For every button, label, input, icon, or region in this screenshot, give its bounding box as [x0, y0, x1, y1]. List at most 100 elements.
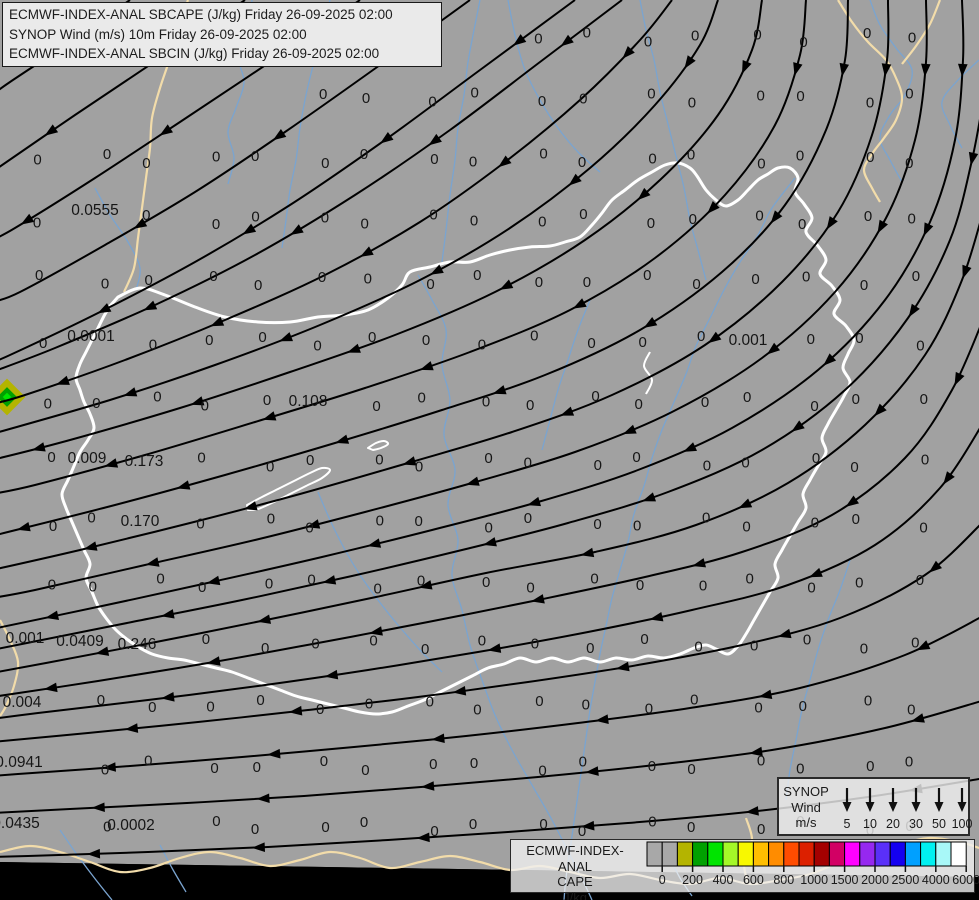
station-zero-value: 0: [429, 207, 437, 224]
station-zero-value: 0: [908, 30, 916, 47]
station-zero-value: 0: [647, 215, 655, 232]
station-zero-value: 0: [743, 389, 751, 406]
station-zero-value: 0: [256, 692, 264, 709]
title-line-sbcape: ECMWF-INDEX-ANAL SBCAPE (J/kg) Friday 26…: [9, 5, 435, 25]
station-zero-value: 0: [430, 823, 438, 840]
station-zero-value: 0: [539, 145, 547, 162]
station-zero-value: 0: [35, 267, 43, 284]
station-zero-value: 0: [369, 633, 377, 650]
station-zero-value: 0: [484, 450, 492, 467]
station-zero-value: 0: [206, 699, 214, 716]
station-zero-value: 0: [49, 518, 57, 535]
station-zero-value: 0: [757, 752, 765, 769]
station-zero-value: 0: [39, 335, 47, 352]
station-zero-value: 0: [757, 88, 765, 105]
wind-legend-box: SYNOP Wind m/s 510203050100: [777, 777, 970, 836]
wind-speed-tick: 50: [932, 817, 946, 831]
cape-tick-label: 200: [682, 873, 703, 887]
station-zero-value: 0: [263, 392, 271, 409]
station-zero-value: 0: [321, 819, 329, 836]
station-zero-value: 0: [640, 631, 648, 648]
wind-legend-labels: SYNOP Wind m/s: [783, 784, 829, 831]
station-zero-value: 0: [688, 95, 696, 112]
cape-color-cell: [936, 842, 951, 866]
station-zero-value: 0: [697, 328, 705, 345]
cape-legend-unit: J/kg: [513, 890, 637, 900]
station-zero-value: 0: [361, 762, 369, 779]
station-zero-value: 0: [741, 454, 749, 471]
cape-tick-label: 600: [743, 873, 764, 887]
station-zero-value: 0: [145, 272, 153, 289]
station-zero-value: 0: [526, 580, 534, 597]
station-index-value: 0.108: [289, 393, 328, 410]
station-zero-value: 0: [753, 27, 761, 44]
station-zero-value: 0: [471, 85, 479, 102]
station-zero-value: 0: [197, 449, 205, 466]
station-zero-value: 0: [586, 640, 594, 657]
station-zero-value: 0: [908, 210, 916, 227]
station-zero-value: 0: [690, 692, 698, 709]
station-index-value: 0.0555: [71, 202, 118, 219]
station-zero-value: 0: [632, 449, 640, 466]
station-zero-value: 0: [212, 216, 220, 233]
wind-arrow-scale: 510203050100: [831, 781, 972, 833]
station-zero-value: 0: [97, 692, 105, 709]
station-zero-value: 0: [579, 206, 587, 223]
wind-arrow-icon: [912, 802, 921, 812]
title-box: ECMWF-INDEX-ANAL SBCAPE (J/kg) Friday 26…: [2, 2, 442, 67]
station-zero-value: 0: [687, 147, 695, 164]
station-zero-value: 0: [92, 395, 100, 412]
station-zero-value: 0: [703, 457, 711, 474]
cape-legend-source: ECMWF-INDEX-ANAL: [513, 843, 637, 874]
station-zero-value: 0: [48, 576, 56, 593]
cape-color-cell: [814, 842, 829, 866]
station-zero-value: 0: [531, 635, 539, 652]
station-zero-value: 0: [261, 640, 269, 657]
station-zero-value: 0: [360, 814, 368, 831]
station-zero-value: 0: [33, 152, 41, 169]
cape-tick-label: 800: [773, 873, 794, 887]
station-zero-value: 0: [582, 697, 590, 714]
station-zero-value: 0: [318, 269, 326, 286]
station-zero-value: 0: [478, 337, 486, 354]
station-zero-value: 0: [320, 753, 328, 770]
station-zero-value: 0: [374, 580, 382, 597]
station-zero-value: 0: [426, 276, 434, 293]
station-zero-value: 0: [156, 570, 164, 587]
station-zero-value: 0: [757, 155, 765, 172]
station-zero-value: 0: [202, 631, 210, 648]
station-zero-value: 0: [702, 510, 710, 527]
cape-color-cell: [738, 842, 753, 866]
station-zero-value: 0: [417, 573, 425, 590]
station-zero-value: 0: [473, 702, 481, 719]
station-zero-value: 0: [142, 207, 150, 224]
station-zero-value: 0: [802, 269, 810, 286]
wind-arrow-icon: [935, 802, 944, 812]
station-zero-value: 0: [535, 274, 543, 291]
cape-color-scale: 0200400600800100015002000250040006000: [639, 840, 977, 890]
station-zero-value: 0: [473, 267, 481, 284]
station-zero-value: 0: [524, 510, 532, 527]
station-index-value: 0.004: [3, 694, 42, 711]
cape-legend-param: CAPE: [513, 874, 637, 890]
cape-tick-label: 4000: [922, 873, 950, 887]
station-zero-value: 0: [866, 758, 874, 775]
station-zero-value: 0: [866, 94, 874, 111]
cape-color-cell: [905, 842, 920, 866]
station-index-value: 0.009: [68, 450, 107, 467]
station-zero-value: 0: [860, 277, 868, 294]
station-zero-value: 0: [905, 85, 913, 102]
station-zero-value: 0: [422, 332, 430, 349]
map-canvas: 0 0 0 0 0 0 0 0 0 0 0 0 0 0 0 0 0 0 0 0 0 0 0 0 0 0 0 0 0 0 0 0 0 0 0 0 0 0 0.…: [0, 0, 979, 900]
wind-speed-tick: 100: [952, 817, 973, 831]
station-zero-value: 0: [916, 572, 924, 589]
station-zero-value: 0: [811, 515, 819, 532]
station-zero-value: 0: [469, 154, 477, 171]
station-zero-value: 0: [538, 214, 546, 231]
station-zero-value: 0: [635, 396, 643, 413]
station-zero-value: 0: [594, 457, 602, 474]
station-zero-value: 0: [89, 578, 97, 595]
station-zero-value: 0: [905, 155, 913, 172]
station-zero-value: 0: [365, 696, 373, 713]
station-zero-value: 0: [593, 516, 601, 533]
